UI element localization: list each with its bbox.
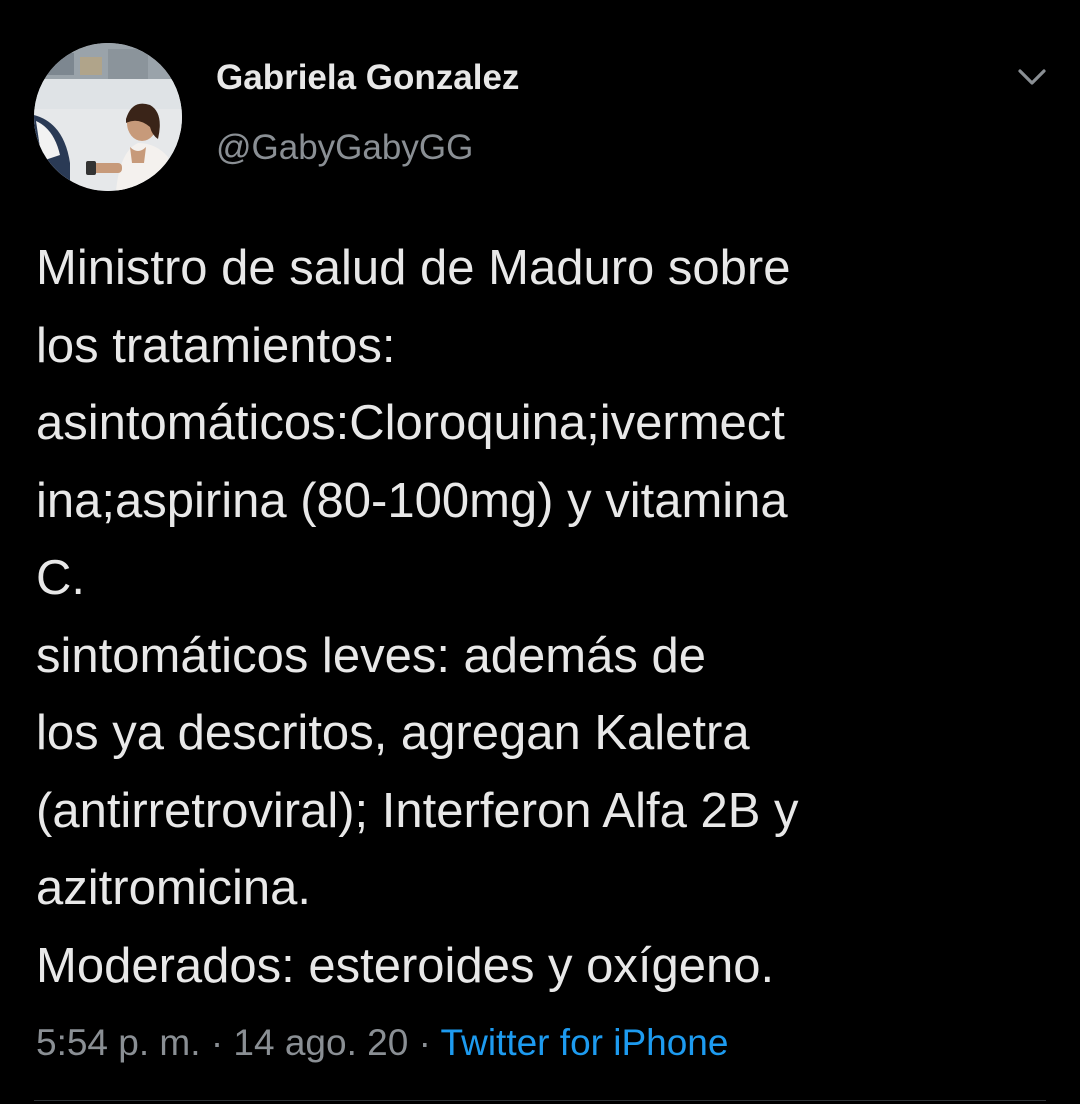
tweet-text-line: los tratamientos: — [36, 318, 396, 373]
tweet-text-line: Moderados: esteroides y oxígeno. — [36, 938, 775, 993]
tweet-text-line: sintomáticos leves: además de — [36, 628, 706, 683]
tweet-meta: 5:54 p. m. · 14 ago. 20 · Twitter for iP… — [36, 1020, 728, 1066]
tweet-text-line: C. — [36, 551, 85, 605]
tweet-menu-button[interactable] — [1012, 62, 1052, 92]
meta-separator: · — [418, 1022, 431, 1063]
user-handle[interactable]: @GabyGabyGG — [216, 126, 473, 170]
tweet-text-line: (antirretroviral); Interferon Alfa 2B y — [36, 783, 799, 838]
avatar[interactable] — [34, 43, 182, 191]
profile-photo-icon — [34, 43, 182, 191]
tweet-time[interactable]: 5:54 p. m. — [36, 1022, 201, 1063]
tweet-text-line: Ministro de salud de Maduro sobre — [36, 241, 791, 295]
tweet-text-line: ina;aspirina (80-100mg) y vitamina — [36, 473, 788, 528]
divider — [34, 1100, 1046, 1101]
meta-separator: · — [210, 1022, 224, 1063]
tweet-text-line: los ya descritos, agregan Kaletra — [36, 706, 750, 760]
tweet: Gabriela Gonzalez @GabyGabyGG Ministro d… — [0, 0, 1080, 1104]
tweet-date[interactable]: 14 ago. 20 — [233, 1022, 408, 1063]
tweet-text-line: azitromicina. — [36, 861, 312, 915]
display-name[interactable]: Gabriela Gonzalez — [216, 56, 519, 100]
tweet-source-link[interactable]: Twitter for iPhone — [441, 1022, 729, 1063]
tweet-text: Ministro de salud de Maduro sobre los tr… — [36, 230, 1046, 1005]
chevron-down-icon — [1018, 69, 1046, 85]
tweet-text-line: asintomáticos:Cloroquina;ivermect — [36, 396, 785, 450]
